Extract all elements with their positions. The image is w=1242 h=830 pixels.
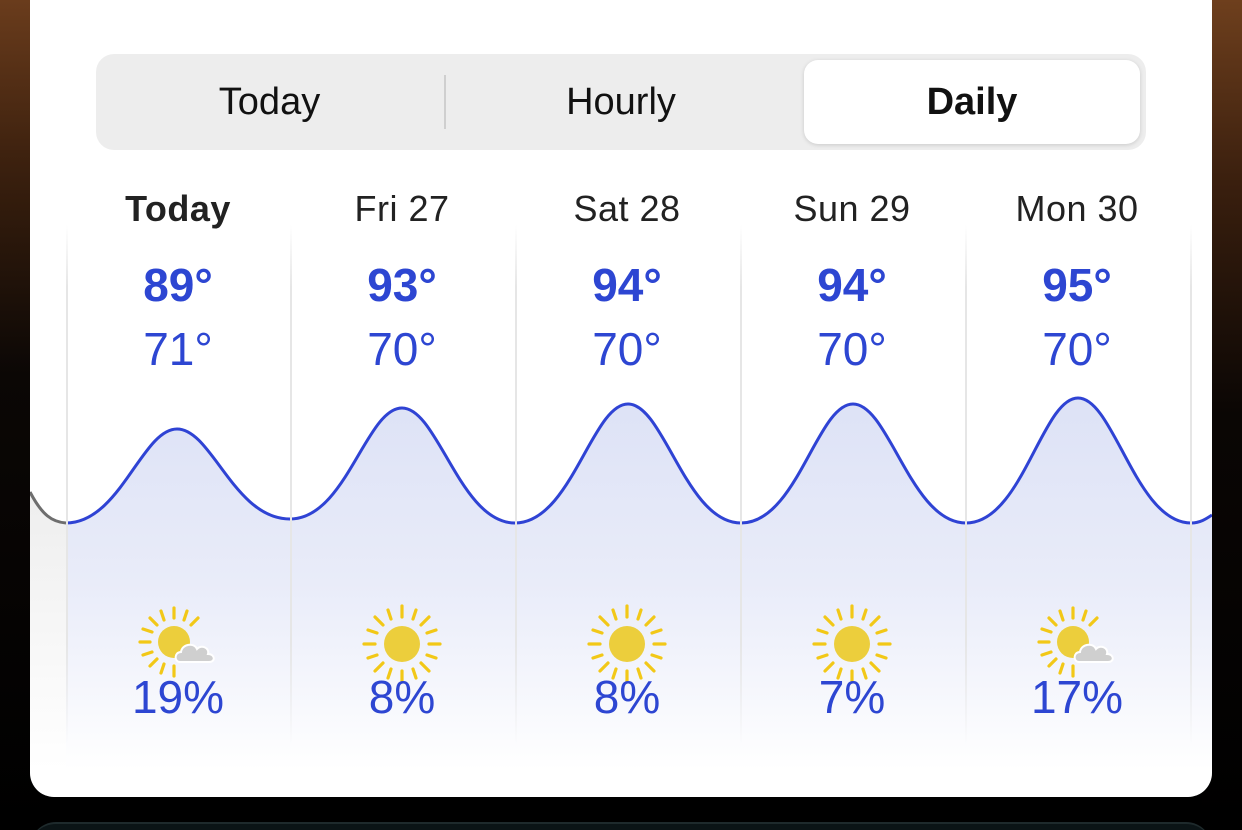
precip-chance: 8% (593, 671, 661, 723)
low-temp: 70° (367, 323, 437, 375)
day-label: Sat 28 (573, 188, 681, 229)
past-curve-fill (30, 492, 66, 770)
high-temp: 93° (367, 259, 437, 311)
low-temp: 70° (1042, 323, 1112, 375)
day-label: Fri 27 (354, 188, 450, 229)
precip-chance: 7% (818, 671, 886, 723)
low-temp: 70° (817, 323, 887, 375)
day-label: Today (125, 188, 231, 229)
next-card-edge (30, 822, 1212, 830)
high-temp: 94° (817, 259, 887, 311)
low-temp: 70° (592, 323, 662, 375)
column-divider (1190, 225, 1192, 745)
high-temp: 94° (592, 259, 662, 311)
day-label: Mon 30 (1015, 188, 1139, 229)
day-label: Sun 29 (793, 188, 911, 229)
high-temp: 95° (1042, 259, 1112, 311)
daily-forecast[interactable]: Today 89° 71° 19% Fri 27 93° 70° 8% Sat … (30, 0, 1212, 797)
high-temp: 89° (143, 259, 213, 311)
precip-chance: 17% (1030, 671, 1124, 723)
forecast-card: Today Hourly Daily Today 89° 71° 19% Fri… (30, 0, 1212, 797)
precip-chance: 8% (368, 671, 436, 723)
low-temp: 71° (143, 323, 213, 375)
precip-chance: 19% (131, 671, 225, 723)
